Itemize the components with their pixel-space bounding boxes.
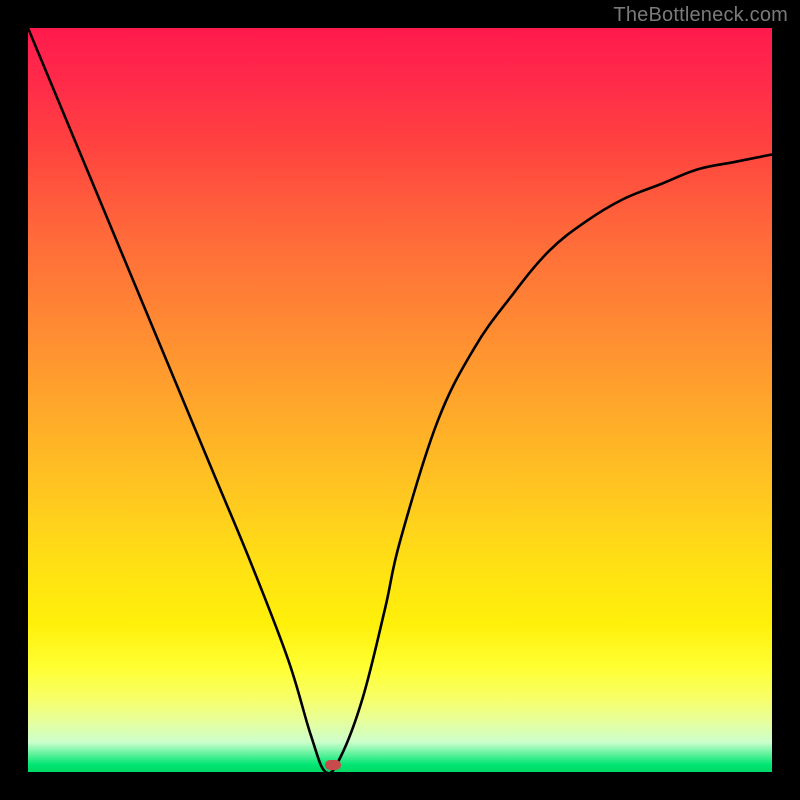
bottleneck-curve bbox=[28, 28, 772, 772]
watermark-text: TheBottleneck.com bbox=[613, 4, 788, 27]
curve-svg bbox=[28, 28, 772, 772]
optimal-point-marker bbox=[325, 760, 341, 770]
chart-frame: TheBottleneck.com bbox=[0, 0, 800, 800]
plot-area bbox=[28, 28, 772, 772]
